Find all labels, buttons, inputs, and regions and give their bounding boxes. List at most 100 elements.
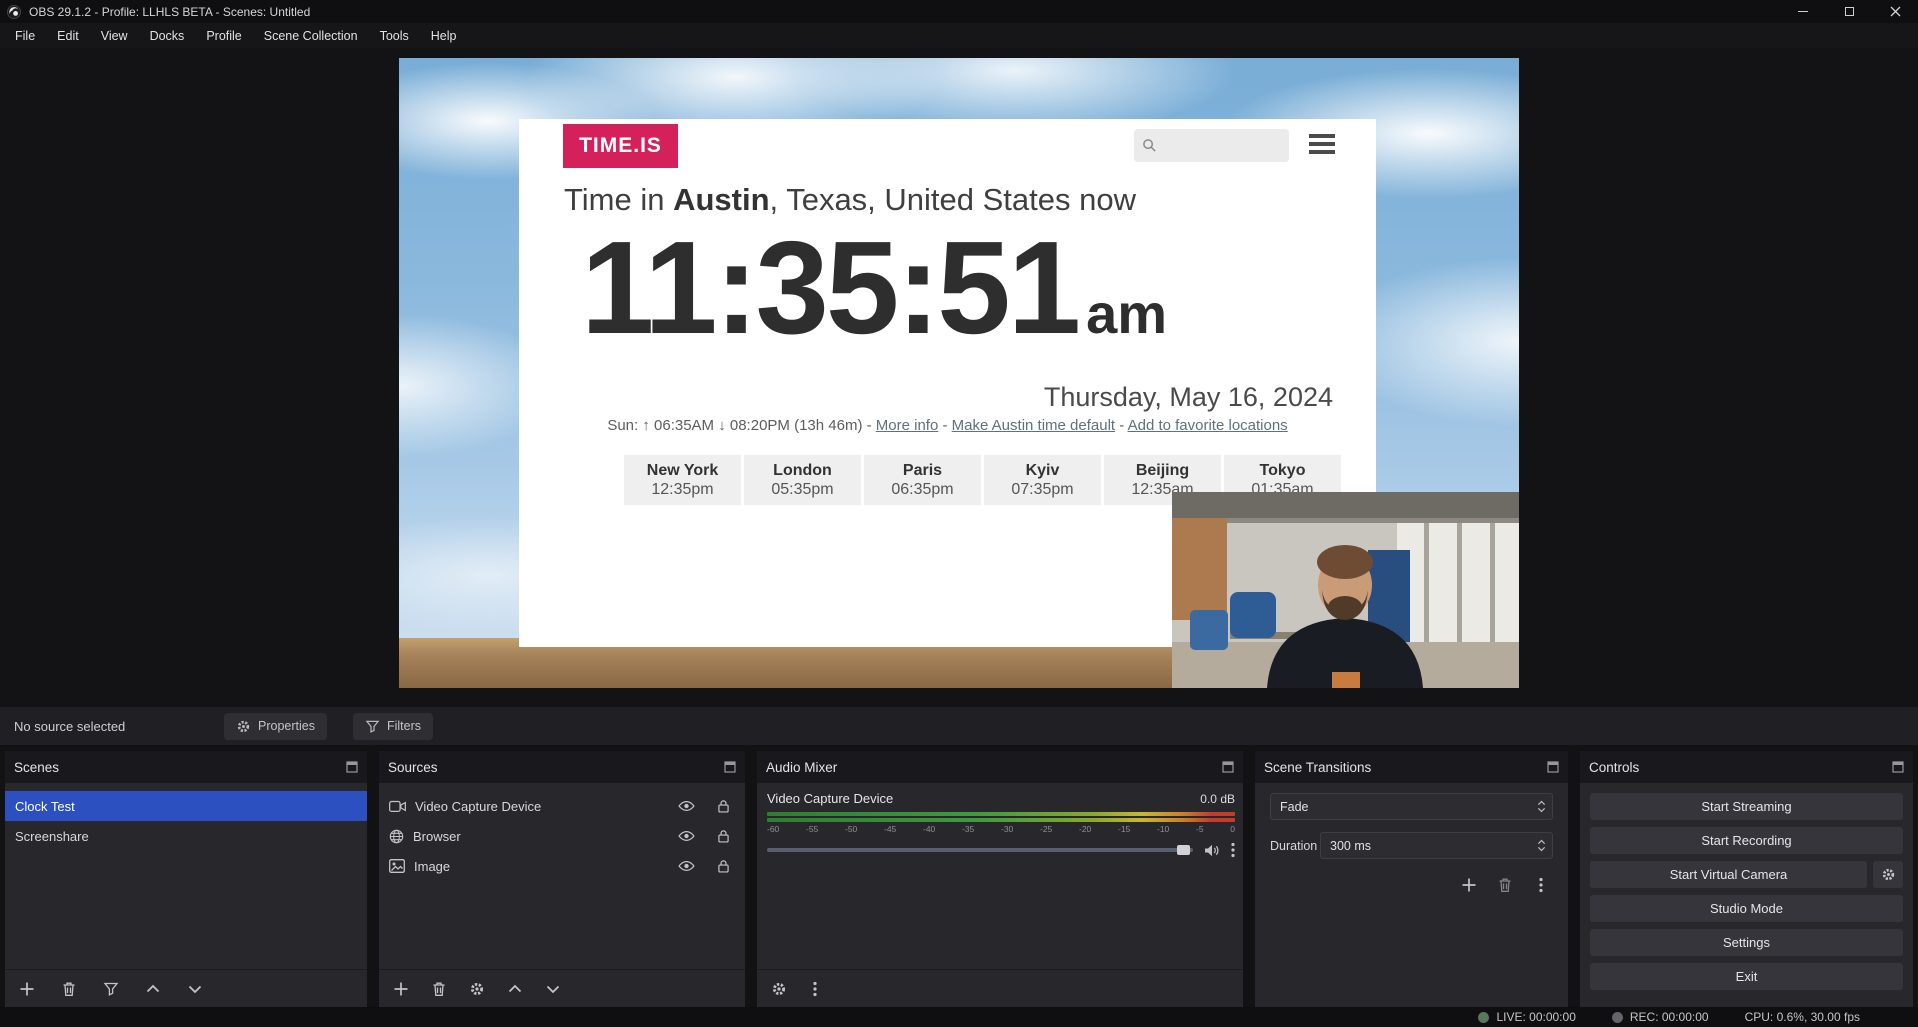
preview-canvas[interactable]: TIME.IS Time in Austin, Texas, United St… <box>399 58 1519 688</box>
duration-input[interactable]: 300 ms <box>1320 832 1553 859</box>
move-scene-up-button[interactable] <box>143 979 163 999</box>
trash-icon <box>1497 877 1513 893</box>
city-card: London 05:35pm <box>744 455 861 505</box>
audio-popout-button[interactable] <box>1222 761 1234 773</box>
minimize-button[interactable] <box>1780 0 1826 23</box>
video-capture-icon <box>389 800 406 813</box>
link-separator: - <box>938 417 951 434</box>
menu-edit[interactable]: Edit <box>46 23 90 48</box>
source-item[interactable]: Video Capture Device <box>379 791 745 821</box>
scenes-popout-button[interactable] <box>346 761 358 773</box>
minimize-icon <box>1798 11 1808 12</box>
meter-tick-label: -30 <box>1001 824 1013 834</box>
remove-transition-button[interactable] <box>1495 875 1515 895</box>
virtual-camera-settings-button[interactable] <box>1873 861 1903 888</box>
audio-options-button[interactable] <box>805 979 825 999</box>
studio-mode-button[interactable]: Studio Mode <box>1590 895 1903 922</box>
source-lock-button[interactable] <box>718 829 729 843</box>
volume-slider-handle[interactable] <box>1177 845 1190 855</box>
source-visibility-button[interactable] <box>678 860 695 872</box>
menu-docks[interactable]: Docks <box>139 23 196 48</box>
mixer-options-button[interactable] <box>1231 842 1235 858</box>
window-controls <box>1780 0 1918 23</box>
add-scene-button[interactable] <box>17 979 37 999</box>
eye-icon <box>678 860 695 872</box>
move-scene-down-button[interactable] <box>185 979 205 999</box>
move-source-up-button[interactable] <box>505 979 525 999</box>
close-button[interactable] <box>1872 0 1918 23</box>
controls-panel: Controls Start Streaming Start Recording… <box>1580 751 1913 1007</box>
sources-popout-button[interactable] <box>724 761 736 773</box>
transitions-panel-title: Scene Transitions <box>1264 760 1371 775</box>
scene-filters-button[interactable] <box>101 979 121 999</box>
source-visibility-button[interactable] <box>678 830 695 842</box>
add-source-button[interactable] <box>391 979 411 999</box>
menu-help[interactable]: Help <box>420 23 468 48</box>
meter-tick-label: -45 <box>884 824 896 834</box>
source-properties-button[interactable] <box>467 979 487 999</box>
scene-item[interactable]: Screenshare <box>5 821 367 851</box>
menu-profile[interactable]: Profile <box>195 23 252 48</box>
scene-item[interactable]: Clock Test <box>5 791 367 821</box>
rec-status: REC: 00:00:00 <box>1612 1010 1709 1024</box>
advanced-audio-button[interactable] <box>769 979 789 999</box>
source-visibility-button[interactable] <box>678 800 695 812</box>
scenes-panel-header[interactable]: Scenes <box>5 751 367 783</box>
menu-file[interactable]: File <box>4 23 46 48</box>
remove-source-button[interactable] <box>429 979 449 999</box>
controls-popout-button[interactable] <box>1892 761 1904 773</box>
source-item[interactable]: Browser <box>379 821 745 851</box>
transitions-panel-header[interactable]: Scene Transitions <box>1255 751 1568 783</box>
source-lock-button[interactable] <box>718 859 729 873</box>
more-info-link: More info <box>876 417 939 434</box>
add-transition-button[interactable] <box>1459 875 1479 895</box>
duration-label: Duration <box>1270 839 1320 853</box>
heading-city: Austin <box>673 182 769 217</box>
meter-bar-right <box>767 818 1235 822</box>
search-icon <box>1142 138 1157 153</box>
sources-panel: Sources Video Capture Device Browser <box>379 751 745 1007</box>
controls-panel-header[interactable]: Controls <box>1580 751 1913 783</box>
meter-tick-label: 0 <box>1230 824 1235 834</box>
scene-transitions-panel: Scene Transitions Fade Duration 300 ms <box>1255 751 1568 1007</box>
lock-icon <box>718 799 729 813</box>
live-status: LIVE: 00:00:00 <box>1478 1010 1575 1024</box>
audio-mixer-panel: Audio Mixer Video Capture Device 0.0 dB … <box>757 751 1243 1007</box>
source-item[interactable]: Image <box>379 851 745 881</box>
meter-scale: -60 -55 -50 -45 -40 -35 -30 -25 -20 -15 … <box>767 824 1235 834</box>
chevron-up-icon <box>145 981 161 997</box>
sun-info-line: Sun: ↑ 06:35AM ↓ 08:20PM (13h 46m) - Mor… <box>519 417 1376 434</box>
transition-options-button[interactable] <box>1531 875 1551 895</box>
sources-panel-title: Sources <box>388 760 438 775</box>
lock-icon <box>718 829 729 843</box>
plus-icon <box>1461 877 1477 893</box>
properties-button[interactable]: Properties <box>224 713 327 740</box>
move-source-down-button[interactable] <box>543 979 563 999</box>
remove-scene-button[interactable] <box>59 979 79 999</box>
start-virtual-camera-button[interactable]: Start Virtual Camera <box>1590 861 1867 888</box>
exit-button[interactable]: Exit <box>1590 963 1903 990</box>
sources-panel-header[interactable]: Sources <box>379 751 745 783</box>
transitions-popout-button[interactable] <box>1547 761 1559 773</box>
page-heading: Time in Austin, Texas, United States now <box>564 182 1136 218</box>
menu-tools[interactable]: Tools <box>369 23 420 48</box>
title-bar: OBS 29.1.2 - Profile: LLHLS BETA - Scene… <box>0 0 1918 23</box>
transition-select[interactable]: Fade <box>1270 793 1553 820</box>
source-lock-button[interactable] <box>718 799 729 813</box>
scenes-toolbar <box>5 969 367 1007</box>
spinner-arrows-icon <box>1537 838 1546 853</box>
settings-button[interactable]: Settings <box>1590 929 1903 956</box>
preview-area: TIME.IS Time in Austin, Texas, United St… <box>0 48 1918 707</box>
filters-button[interactable]: Filters <box>353 713 433 740</box>
menu-view[interactable]: View <box>90 23 139 48</box>
menu-scene-collection[interactable]: Scene Collection <box>253 23 369 48</box>
start-recording-button[interactable]: Start Recording <box>1590 827 1903 854</box>
mute-button[interactable] <box>1204 844 1220 857</box>
maximize-button[interactable] <box>1826 0 1872 23</box>
meter-bar-left <box>767 812 1235 816</box>
meter-tick-label: -15 <box>1118 824 1130 834</box>
audio-mixer-header[interactable]: Audio Mixer <box>757 751 1243 783</box>
selection-status: No source selected <box>14 719 224 734</box>
volume-slider[interactable] <box>767 848 1193 852</box>
start-streaming-button[interactable]: Start Streaming <box>1590 793 1903 820</box>
